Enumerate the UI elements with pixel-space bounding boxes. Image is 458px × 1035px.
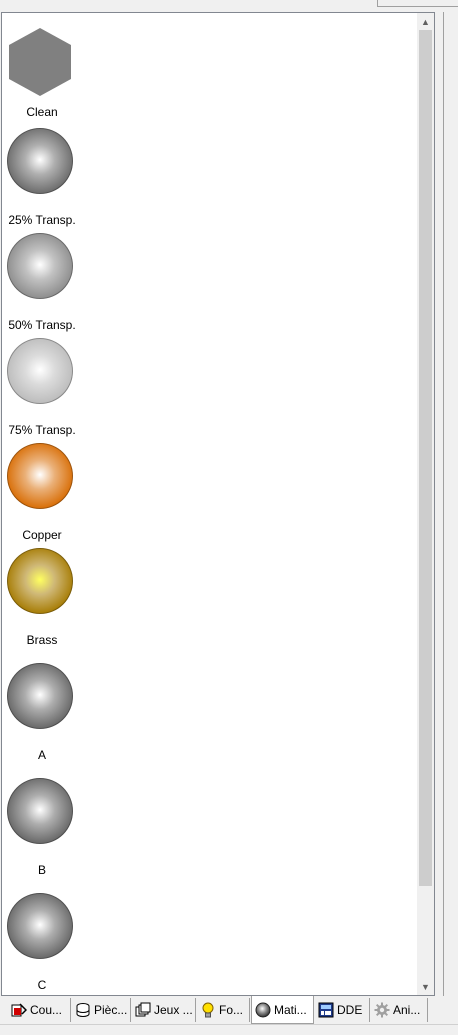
material-sphere-swatch	[7, 893, 73, 959]
tab-label: Mati...	[274, 1002, 307, 1017]
tab-parts-stack[interactable]: Pièc...	[72, 998, 131, 1022]
tab-label: DDE	[337, 1003, 363, 1017]
vertical-scrollbar[interactable]: ▲ ▼	[417, 13, 434, 995]
tab-label: Ani...	[393, 1003, 421, 1017]
tab-label: Fo...	[219, 1003, 244, 1017]
tab-material-sphere[interactable]: Mati...	[251, 996, 314, 1024]
material-hexagon-swatch	[9, 28, 71, 96]
material-item[interactable]: Brass	[2, 548, 82, 648]
scroll-up-arrow-icon[interactable]: ▲	[417, 13, 434, 30]
material-item[interactable]: B	[2, 778, 82, 878]
adjacent-panel-edge	[443, 12, 458, 1034]
material-item[interactable]: 50% Transp.	[2, 233, 82, 333]
material-sphere-swatch	[7, 443, 73, 509]
material-item[interactable]: C	[2, 893, 82, 993]
material-label: C	[37, 978, 47, 992]
material-label: 75% Transp.	[8, 423, 76, 437]
material-sphere-swatch	[7, 663, 73, 729]
tab-dde-calculator[interactable]: DDE	[315, 998, 370, 1022]
material-label: 50% Transp.	[8, 318, 76, 332]
material-item[interactable]: Clean	[2, 21, 82, 121]
material-label: B	[37, 863, 46, 877]
material-item[interactable]: 75% Transp.	[2, 338, 82, 438]
status-strip	[0, 1024, 458, 1035]
material-label: Brass	[26, 633, 58, 647]
tab-label: Jeux ...	[154, 1003, 193, 1017]
material-item[interactable]: A	[2, 663, 82, 763]
tab-color-palette[interactable]: Cou...	[8, 998, 71, 1022]
color-palette-icon	[11, 1002, 27, 1018]
dde-calculator-icon	[318, 1002, 334, 1018]
gear-icon	[374, 1002, 390, 1018]
material-sphere-swatch	[7, 128, 73, 194]
tab-label: Cou...	[30, 1003, 63, 1017]
material-label: Copper	[22, 528, 62, 542]
material-sphere-icon	[255, 1002, 271, 1018]
parts-stack-icon	[75, 1002, 91, 1018]
material-sphere-swatch	[7, 778, 73, 844]
material-label: Clean	[26, 105, 58, 119]
material-label: 25% Transp.	[8, 213, 76, 227]
material-label: A	[37, 748, 46, 762]
tab-label: Pièc...	[94, 1003, 128, 1017]
tab-lightbulb[interactable]: Fo...	[197, 998, 250, 1022]
lightbulb-icon	[200, 1002, 216, 1018]
scroll-thumb[interactable]	[419, 30, 432, 886]
material-sphere-swatch	[7, 338, 73, 404]
material-item[interactable]: Copper	[2, 443, 82, 543]
part-sets-icon	[135, 1002, 151, 1018]
material-item[interactable]: 25% Transp.	[2, 128, 82, 228]
panel-tab-bar: Cou... Pièc... Jeux ... Fo... Mati... DDE Ani.…	[0, 996, 458, 1024]
tab-gear[interactable]: Ani...	[371, 998, 428, 1022]
materials-panel: Clean 25% Transp. 50% Transp. 75% Transp. Co…	[1, 12, 435, 996]
material-sphere-swatch	[7, 548, 73, 614]
scroll-down-arrow-icon[interactable]: ▼	[417, 978, 434, 995]
tab-part-sets[interactable]: Jeux ...	[132, 998, 196, 1022]
window-frame-edge	[377, 0, 458, 7]
material-sphere-swatch	[7, 233, 73, 299]
